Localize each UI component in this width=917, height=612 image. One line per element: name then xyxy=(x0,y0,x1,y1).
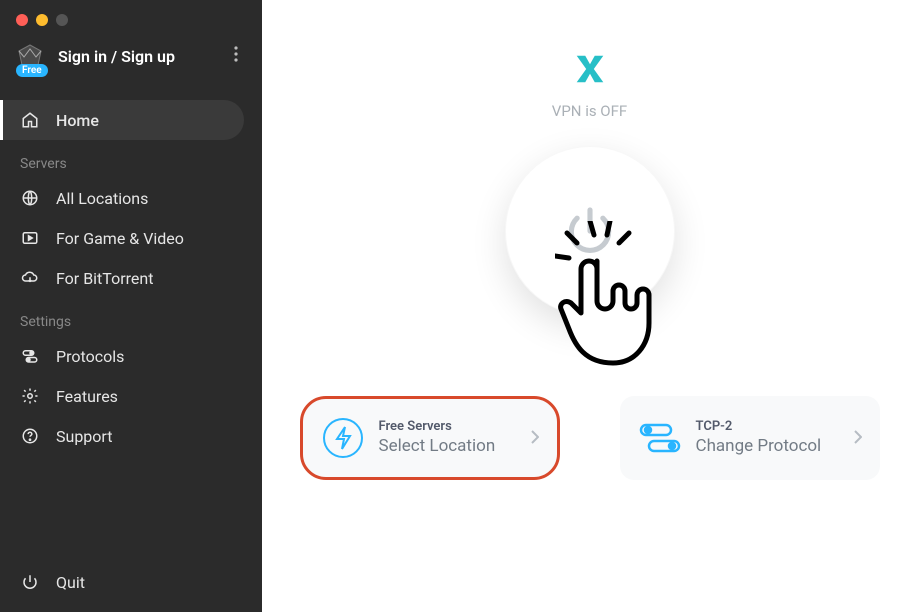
main-content: VPN is OFF xyxy=(262,0,917,612)
nav-home-label: Home xyxy=(56,111,99,130)
nav-support-label: Support xyxy=(56,427,112,446)
location-card-text: Free Servers Select Location xyxy=(379,419,531,458)
protocol-card-label: TCP-2 xyxy=(696,419,854,436)
home-icon xyxy=(20,111,40,129)
nav-game-video-label: For Game & Video xyxy=(56,229,184,248)
protocol-icon xyxy=(638,416,682,460)
account-label: Sign in / Sign up xyxy=(58,47,226,66)
protocol-card-action: Change Protocol xyxy=(696,435,854,457)
cloud-download-icon xyxy=(20,269,40,287)
chevron-right-icon xyxy=(854,429,862,448)
free-badge: Free xyxy=(16,64,48,77)
sidebar: Free Sign in / Sign up Home Servers All … xyxy=(0,0,262,612)
nav-bittorrent[interactable]: For BitTorrent xyxy=(0,258,262,298)
select-location-card[interactable]: Free Servers Select Location xyxy=(300,396,560,480)
window-controls xyxy=(0,0,262,26)
nav-home[interactable]: Home xyxy=(0,100,244,140)
fullscreen-window-button[interactable] xyxy=(56,14,68,26)
nav-quit[interactable]: Quit xyxy=(0,562,262,602)
gear-icon xyxy=(20,387,40,405)
minimize-window-button[interactable] xyxy=(36,14,48,26)
protocol-card-text: TCP-2 Change Protocol xyxy=(696,419,854,458)
nav-protocols-label: Protocols xyxy=(56,347,124,366)
nav-game-video[interactable]: For Game & Video xyxy=(0,218,262,258)
lightning-icon xyxy=(321,416,365,460)
crown-icon: Free xyxy=(16,43,44,69)
nav-features-label: Features xyxy=(56,387,118,406)
chevron-right-icon xyxy=(531,429,539,448)
nav-protocols[interactable]: Protocols xyxy=(0,336,262,376)
nav-features[interactable]: Features xyxy=(0,376,262,416)
nav-quit-label: Quit xyxy=(56,573,85,592)
cards-row: Free Servers Select Location TCP-2 Chang… xyxy=(300,396,880,480)
account-row[interactable]: Free Sign in / Sign up xyxy=(0,26,262,78)
account-menu-button[interactable] xyxy=(226,42,246,70)
location-card-label: Free Servers xyxy=(379,419,531,436)
nav-all-locations-label: All Locations xyxy=(56,189,148,208)
nav: Home Servers All Locations For Game & Vi… xyxy=(0,78,262,456)
toggles-icon xyxy=(20,347,40,365)
close-window-button[interactable] xyxy=(16,14,28,26)
play-icon xyxy=(20,229,40,247)
power-icon xyxy=(20,573,40,591)
nav-bittorrent-label: For BitTorrent xyxy=(56,269,153,288)
location-card-action: Select Location xyxy=(379,435,531,457)
change-protocol-card[interactable]: TCP-2 Change Protocol xyxy=(620,396,880,480)
globe-icon xyxy=(20,189,40,207)
logo-x-icon xyxy=(571,50,609,92)
vpn-power-button[interactable] xyxy=(505,146,675,316)
nav-support[interactable]: Support xyxy=(0,416,262,456)
vpn-status-label: VPN is OFF xyxy=(552,102,627,120)
help-icon xyxy=(20,427,40,445)
section-servers: Servers xyxy=(0,140,262,178)
nav-all-locations[interactable]: All Locations xyxy=(0,178,262,218)
power-button-wrap xyxy=(505,146,675,316)
section-settings: Settings xyxy=(0,298,262,336)
